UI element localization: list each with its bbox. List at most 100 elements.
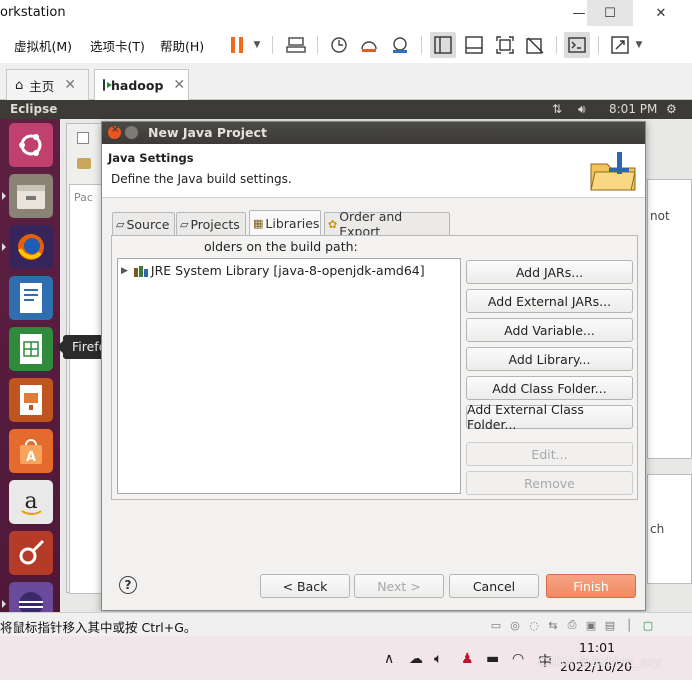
cd-rom-icon[interactable]: ◎ — [507, 617, 523, 633]
tab-home[interactable]: ⌂ 主页 ✕ — [6, 69, 89, 100]
tab-projects-label: Projects — [190, 216, 240, 232]
expand-arrow-icon[interactable]: ▶ — [121, 266, 128, 276]
pause-dropdown[interactable]: ▼ — [250, 32, 264, 58]
launcher-eclipse[interactable] — [2, 582, 53, 612]
network-icon[interactable]: ⇅ — [552, 102, 562, 116]
close-dialog-button[interactable]: × — [108, 124, 121, 139]
vmware-tab-bar: ⌂ 主页 ✕ hadoop ✕ — [0, 63, 692, 100]
unity-mode-button[interactable] — [522, 32, 548, 58]
package-explorer-label: Pac — [74, 191, 93, 204]
remove-button[interactable]: Remove — [466, 471, 633, 495]
add-class-folder-button[interactable]: Add Class Folder... — [466, 376, 633, 400]
eclipse-right-pane: not — [647, 179, 692, 459]
library-icon: ▦ — [253, 217, 264, 230]
build-path-label: olders on the build path: — [204, 239, 358, 254]
view-sidebar-button[interactable] — [430, 32, 456, 58]
cloud-icon[interactable]: ☁︎ — [409, 651, 423, 667]
close-tab-icon[interactable]: ✕ — [64, 77, 76, 93]
new-file-icon[interactable] — [77, 132, 89, 144]
launcher-files[interactable] — [2, 174, 53, 218]
snapshot-manager-icon — [393, 37, 407, 53]
penguin-icon[interactable]: ♟ — [461, 651, 474, 667]
watermark: CSDN @Bubble_asy — [538, 654, 662, 669]
separator-icon: │ — [625, 618, 633, 632]
tab-libraries[interactable]: ▦ Libraries — [249, 210, 321, 236]
revert-snapshot-button[interactable] — [356, 32, 382, 58]
finish-button[interactable]: Finish — [546, 574, 636, 598]
close-window-button[interactable]: ✕ — [638, 0, 684, 26]
hard-disk-icon[interactable]: ▭ — [488, 617, 504, 633]
taskbar-time[interactable]: 11:01 — [579, 640, 615, 655]
help-button[interactable]: ? — [119, 576, 137, 594]
snapshot-button[interactable] — [326, 32, 352, 58]
chevron-down-icon: ▼ — [253, 40, 261, 50]
tab-hadoop[interactable]: hadoop ✕ — [94, 69, 189, 100]
chevron-up-icon[interactable]: ∧ — [384, 651, 394, 667]
launcher-system-settings[interactable] — [9, 531, 53, 575]
folder-icon[interactable] — [77, 158, 91, 169]
network-adapter-icon[interactable]: ▣ — [583, 617, 599, 633]
fullscreen-icon — [496, 36, 514, 54]
add-external-class-folder-button[interactable]: Add External Class Folder... — [466, 402, 633, 432]
active-app-name: Eclipse — [10, 102, 58, 116]
battery-icon[interactable]: ▬ — [486, 651, 499, 667]
launcher-dash[interactable] — [9, 123, 53, 167]
stretch-button[interactable] — [607, 32, 633, 58]
tree-item-jre[interactable]: ▶ JRE System Library [java-8-openjdk-amd… — [121, 263, 425, 278]
launcher-firefox[interactable] — [2, 225, 53, 269]
gear-icon[interactable]: ⚙︎ — [666, 102, 677, 116]
launcher-calc[interactable] — [9, 327, 53, 371]
eclipse-icon — [19, 592, 43, 612]
wifi-icon[interactable]: ◠ — [512, 651, 524, 667]
send-ctrl-alt-del-button[interactable] — [283, 32, 309, 58]
firefox-icon — [18, 234, 44, 260]
speaker-icon[interactable]: 🔈︎ — [434, 651, 442, 667]
stretch-dropdown[interactable]: ▼ — [632, 32, 646, 58]
tab-projects[interactable]: ▱ Projects — [176, 212, 246, 235]
add-external-jars-button[interactable]: Add External JARs... — [466, 289, 633, 313]
launcher-writer[interactable] — [9, 276, 53, 320]
presentation-icon — [20, 385, 42, 415]
menu-vm[interactable]: 虚拟机(M) — [14, 36, 72, 55]
windows-taskbar: ∧ ☁︎ 🔈︎ ♟ ▬ ◠ 中 11:01 2022/10/20 CSDN @B… — [0, 636, 692, 680]
usb-icon[interactable]: ⇆ — [545, 617, 561, 633]
fullscreen-button[interactable] — [492, 32, 518, 58]
minimize-dialog-button[interactable] — [125, 126, 138, 139]
add-variable-button[interactable]: Add Variable... — [466, 318, 633, 342]
close-tab-icon[interactable]: ✕ — [173, 77, 185, 93]
snapshot-manager-button[interactable] — [387, 32, 413, 58]
vmware-menubar: 虚拟机(M) 选项卡(T) 帮助(H) ▼ ▼ — [0, 27, 692, 63]
back-button[interactable]: < Back — [260, 574, 350, 598]
add-jars-button[interactable]: Add JARs... — [466, 260, 633, 284]
edit-button[interactable]: Edit... — [466, 442, 633, 466]
add-library-button[interactable]: Add Library... — [466, 347, 633, 371]
tab-order-and-export[interactable]: ✿ Order and Export — [324, 209, 450, 239]
maximize-icon: ☐ — [604, 5, 616, 21]
view-thumbnail-button[interactable] — [461, 32, 487, 58]
cancel-button[interactable]: Cancel — [449, 574, 539, 598]
maximize-button[interactable]: ☐ — [587, 0, 633, 26]
display-icon[interactable]: ▤ — [602, 617, 618, 633]
launcher-impress[interactable] — [9, 378, 53, 422]
menu-help[interactable]: 帮助(H) — [160, 36, 204, 55]
library-tree[interactable]: ▶ JRE System Library [java-8-openjdk-amd… — [117, 258, 461, 494]
svg-text:a: a — [24, 489, 37, 514]
pause-button[interactable] — [224, 32, 250, 58]
settings-tools-icon — [19, 539, 45, 565]
message-icon[interactable]: ▢ — [640, 617, 656, 633]
window-title: orkstation — [0, 5, 66, 20]
launcher-software-center[interactable]: A — [9, 429, 53, 473]
panel-clock[interactable]: 8:01 PM — [609, 102, 657, 116]
tab-source[interactable]: ▱ Source — [112, 212, 175, 235]
printer-icon[interactable]: ⎙ — [564, 617, 580, 633]
volume-icon[interactable]: 🔊︎ — [578, 102, 586, 117]
new-java-project-dialog: × New Java Project Java Settings Define … — [101, 121, 646, 611]
source-folder-icon: ▱ — [116, 217, 125, 231]
revert-icon — [361, 41, 377, 52]
console-view-button[interactable] — [564, 32, 590, 58]
next-button[interactable]: Next > — [354, 574, 444, 598]
unity-icon — [526, 37, 544, 54]
launcher-amazon[interactable]: a — [9, 480, 53, 524]
menu-tabs[interactable]: 选项卡(T) — [90, 36, 145, 55]
sound-device-icon[interactable]: ◌ — [526, 617, 542, 633]
